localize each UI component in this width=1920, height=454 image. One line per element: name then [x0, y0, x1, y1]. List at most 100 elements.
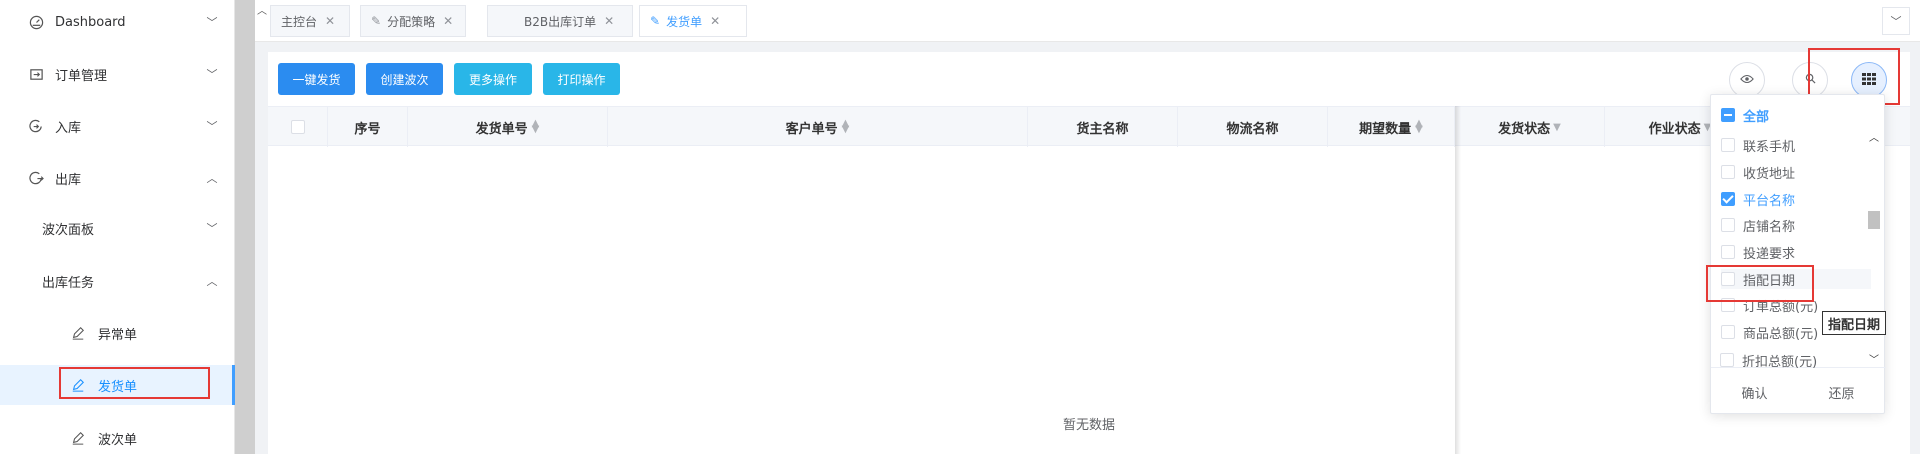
sidebar-item-label: Dashboard: [55, 14, 126, 30]
chevron-up-icon: ︿: [206, 172, 218, 185]
inbound-icon: [28, 118, 44, 134]
chevron-down-icon: ﹀: [206, 68, 218, 81]
checkbox[interactable]: [1721, 218, 1735, 232]
sort-icon[interactable]: ▲ ▼: [1415, 119, 1423, 135]
toolbar: 一键发货 创建波次 更多操作 打印操作: [268, 52, 1910, 106]
sidebar-item-dashboard[interactable]: Dashboard ﹀: [0, 2, 235, 42]
sidebar-item-label: 波次单: [98, 432, 138, 448]
sidebar-item-label: 波次面板: [42, 222, 95, 238]
sidebar-item-label: 异常单: [98, 327, 138, 343]
sidebar-item-wave-panel[interactable]: 波次面板 ﹀: [0, 208, 235, 248]
checkbox[interactable]: [290, 120, 305, 134]
column-option[interactable]: 联系手机: [1721, 135, 1871, 155]
checkbox[interactable]: [1721, 245, 1735, 259]
column-option[interactable]: 投递要求: [1721, 242, 1871, 262]
tab-label: B2B出库订单: [524, 14, 597, 29]
chevron-up-icon[interactable]: ︿: [255, 0, 269, 18]
column-header-shipping-no[interactable]: 发货单号 ▲ ▼: [408, 107, 608, 147]
empty-placeholder: 暂无数据: [1062, 418, 1115, 433]
sidebar: Dashboard ﹀ 订单管理 ﹀ 入库 ﹀ 出库 ︿ 波次面板 ﹀ 出库任务…: [0, 0, 235, 454]
tabs-bar: ︿ 主控台 ✕ ✎ 分配策略 ✕ B2B出库订单 ✕ ✎ 发货单 ✕ ﹀: [255, 0, 1920, 42]
table-header: 序号 发货单号 ▲ ▼ 客户单号 ▲ ▼ 货主名称 物流名称 期望数量 ▲ ▼ 发货状态 ▼ …: [268, 106, 1910, 147]
sidebar-item-label: 发货单: [98, 379, 138, 395]
sort-icon[interactable]: ▲ ▼: [532, 119, 540, 135]
column-header-owner-name: 货主名称: [1028, 107, 1178, 147]
fixed-column-shadow: [1455, 106, 1461, 454]
edit-icon: [70, 430, 86, 446]
chevron-down-icon: ﹀: [206, 120, 218, 133]
confirm-button[interactable]: 确认: [1711, 378, 1798, 406]
tab-shipping-order[interactable]: ✎ 发货单 ✕: [639, 5, 747, 37]
more-actions-button[interactable]: 更多操作: [454, 63, 532, 95]
chevron-down-icon: ﹀: [206, 16, 218, 29]
sidebar-item-outbound[interactable]: 出库 ︿: [0, 158, 235, 198]
column-option[interactable]: 指配日期: [1721, 269, 1871, 289]
chevron-down-icon: ﹀: [1890, 15, 1902, 28]
tab-label: 分配策略: [387, 14, 436, 29]
checkbox[interactable]: [1721, 165, 1735, 179]
tooltip: 指配日期: [1822, 311, 1887, 335]
eye-icon: [1740, 73, 1754, 87]
checkbox[interactable]: [1721, 325, 1735, 339]
create-wave-button[interactable]: 创建波次: [366, 63, 443, 95]
checkbox[interactable]: [1721, 272, 1735, 286]
column-header-customer-no[interactable]: 客户单号 ▲ ▼: [608, 107, 1028, 147]
print-actions-button[interactable]: 打印操作: [543, 63, 620, 95]
column-settings-button[interactable]: [1851, 62, 1887, 98]
indeterminate-checkbox[interactable]: [1721, 108, 1735, 122]
checkbox[interactable]: [1721, 298, 1735, 312]
toggle-visibility-button[interactable]: [1729, 62, 1765, 98]
sidebar-item-inbound[interactable]: 入库 ﹀: [0, 106, 235, 146]
order-icon: [28, 66, 44, 82]
grid-icon: [1862, 72, 1876, 88]
tab-label: 主控台: [281, 14, 318, 29]
dashboard-icon: [28, 14, 44, 30]
tab-b2b-outbound[interactable]: B2B出库订单 ✕: [487, 5, 633, 37]
one-click-ship-button[interactable]: 一键发货: [278, 63, 355, 95]
column-header-expected-qty[interactable]: 期望数量 ▲ ▼: [1328, 107, 1455, 147]
tab-console[interactable]: 主控台 ✕: [270, 5, 350, 37]
tab-allocation-strategy[interactable]: ✎ 分配策略 ✕: [360, 5, 466, 37]
column-option[interactable]: 平台名称: [1721, 189, 1871, 209]
checkbox[interactable]: [1720, 353, 1734, 367]
chevron-up-icon: ︿: [206, 275, 218, 288]
filter-icon[interactable]: ▼: [1553, 122, 1561, 133]
sidebar-item-exception-order[interactable]: 异常单: [0, 313, 235, 353]
edit-icon: ✎: [371, 14, 382, 28]
search-icon: [1805, 73, 1816, 87]
sidebar-item-label: 出库任务: [42, 275, 95, 291]
column-option[interactable]: 店铺名称: [1721, 215, 1871, 235]
edit-icon: ✎: [650, 14, 661, 28]
close-icon[interactable]: ✕: [710, 14, 720, 28]
column-option[interactable]: 收货地址: [1721, 162, 1871, 182]
close-icon[interactable]: ✕: [325, 14, 335, 28]
edit-icon: [70, 377, 86, 393]
select-all-checkbox[interactable]: [268, 107, 328, 147]
sort-icon[interactable]: ▲ ▼: [842, 119, 850, 135]
sidebar-item-label: 入库: [55, 120, 82, 136]
tab-label: 发货单: [666, 14, 703, 29]
search-button[interactable]: [1792, 62, 1828, 98]
column-header-index: 序号: [328, 107, 408, 147]
scrollbar-thumb[interactable]: [1868, 211, 1880, 229]
sidebar-scrollbar[interactable]: [235, 0, 255, 454]
column-option[interactable]: 折扣总额(元): [1720, 350, 1870, 370]
sidebar-item-outbound-tasks[interactable]: 出库任务 ︿: [0, 261, 235, 301]
select-all-columns-checkbox[interactable]: 全部: [1721, 105, 1769, 125]
close-icon[interactable]: ✕: [604, 14, 614, 28]
chevron-up-icon[interactable]: ︿: [1865, 129, 1883, 144]
column-header-logistics-name: 物流名称: [1178, 107, 1328, 147]
column-header-ship-status[interactable]: 发货状态 ▼: [1455, 107, 1605, 147]
sidebar-item-label: 出库: [55, 172, 82, 188]
sidebar-item-wave-order[interactable]: 波次单: [0, 418, 235, 454]
close-icon[interactable]: ✕: [443, 14, 453, 28]
sidebar-item-orders[interactable]: 订单管理 ﹀: [0, 54, 235, 94]
checkbox[interactable]: [1721, 138, 1735, 152]
app-root: Dashboard ﹀ 订单管理 ﹀ 入库 ﹀ 出库 ︿ 波次面板 ﹀ 出库任务…: [0, 0, 1920, 454]
outbound-icon: [28, 170, 44, 186]
sidebar-item-shipping-order[interactable]: 发货单: [0, 365, 235, 405]
tabs-dropdown-button[interactable]: ﹀: [1882, 7, 1910, 35]
reset-button[interactable]: 还原: [1798, 378, 1885, 406]
checkbox[interactable]: [1721, 192, 1735, 206]
chevron-down-icon: ﹀: [206, 222, 218, 235]
